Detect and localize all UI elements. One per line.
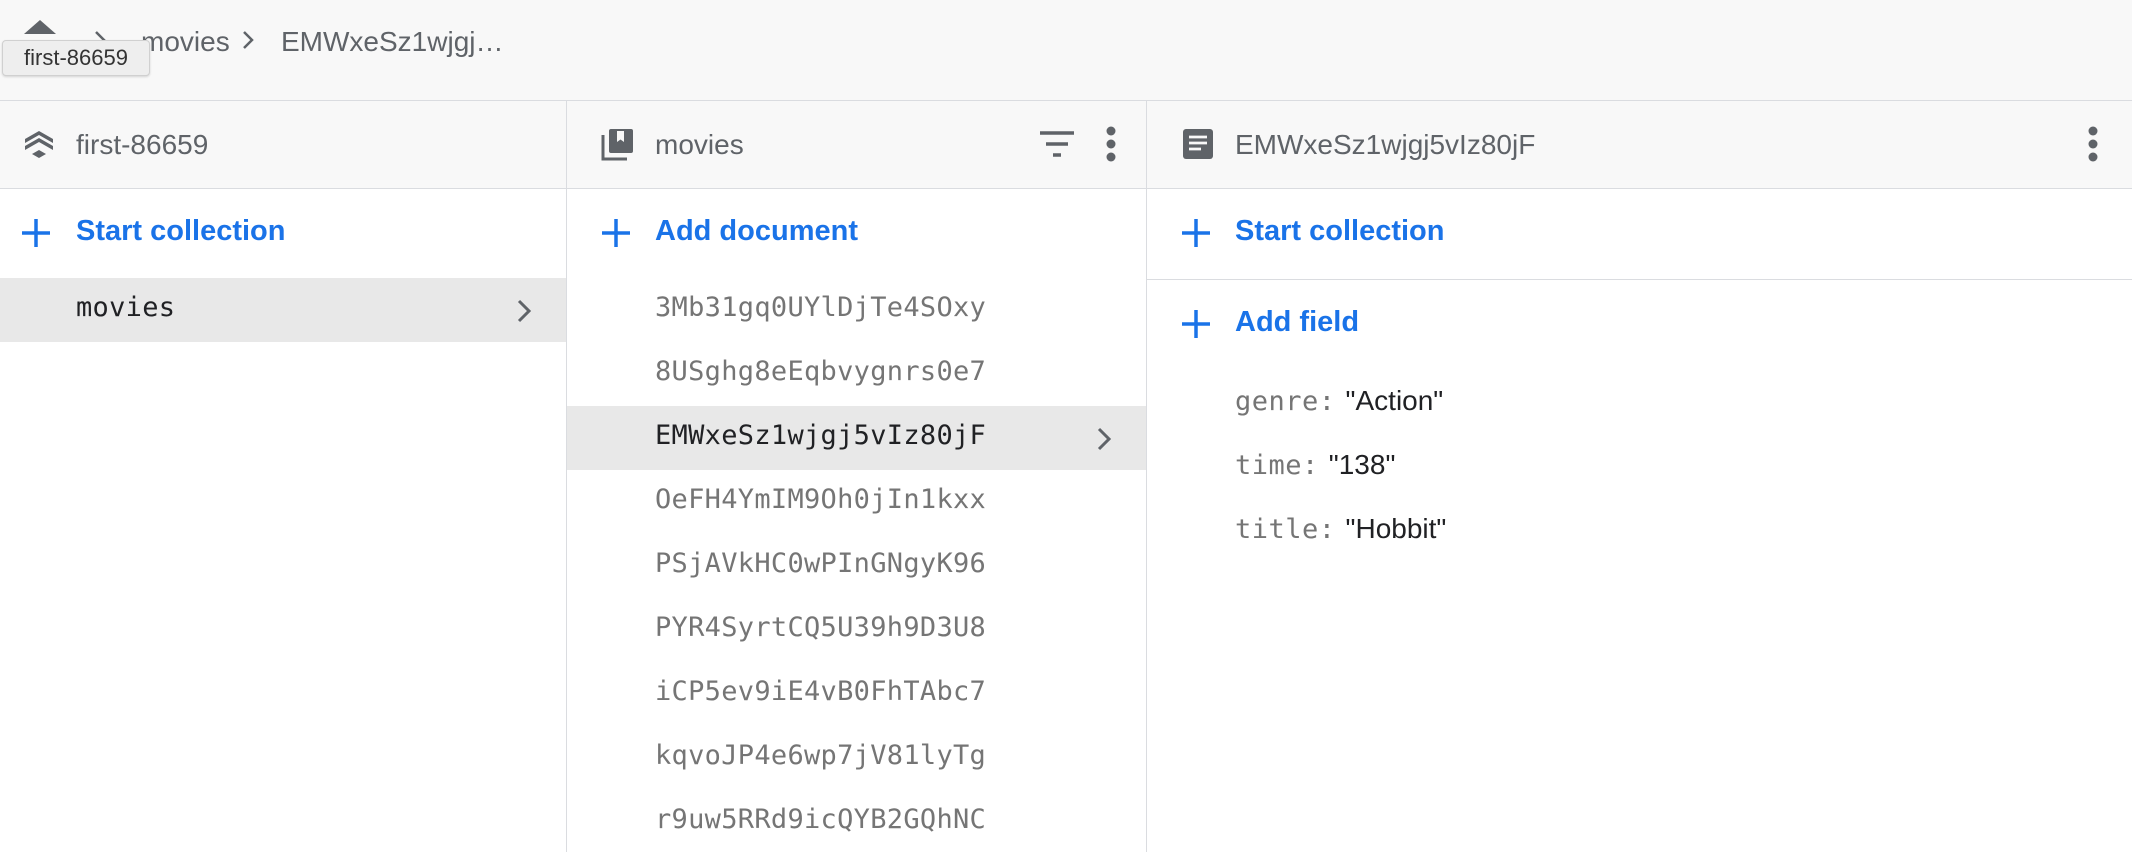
tooltip: first-86659 (2, 40, 150, 76)
project-title: first-86659 (76, 129, 209, 160)
list-item[interactable]: PYR4SyrtCQ5U39h9D3U8 (567, 598, 1146, 662)
document-id: r9uw5RRd9icQYB2GQhNC (655, 804, 987, 835)
document-id: OeFH4YmIM9Oh0jIn1kxx (655, 484, 987, 515)
document-id: kqvoJP4e6wp7jV81lyTg (655, 740, 987, 771)
list-item[interactable]: r9uw5RRd9icQYB2GQhNC (567, 790, 1146, 854)
plus-icon (600, 217, 632, 249)
breadcrumb: movies EMWxeSz1wjgj… first-86659 (0, 0, 2132, 101)
field-value: "Action" (1345, 385, 1444, 416)
collection-icon (601, 127, 635, 161)
add-field-button[interactable]: Add field (1147, 280, 2132, 368)
field-row[interactable]: title: "Hobbit" (1235, 513, 1446, 545)
start-collection-label: Start collection (1235, 215, 1445, 247)
project-column: first-86659 Start collection movies (0, 101, 567, 852)
document-id: iCP5ev9iE4vB0FhTAbc7 (655, 676, 987, 707)
plus-icon (20, 217, 52, 249)
field-row[interactable]: genre: "Action" (1235, 385, 1443, 417)
document-column-header: EMWxeSz1wjgj5vIz80jF (1147, 101, 2132, 189)
chevron-right-icon (1096, 426, 1114, 452)
collection-column: movies Add document 3Mb31gq0UYlDjTe4SOxy… (567, 101, 1147, 852)
filter-icon[interactable] (1038, 129, 1076, 159)
field-key: genre: (1235, 386, 1336, 417)
field-key: time: (1235, 450, 1319, 481)
document-id: EMWxeSz1wjgj5vIz80jF (655, 420, 987, 451)
plus-icon (1180, 217, 1212, 249)
chevron-right-icon (516, 298, 534, 324)
breadcrumb-item-document[interactable]: EMWxeSz1wjgj… (281, 26, 503, 58)
document-column: EMWxeSz1wjgj5vIz80jF Start collection Ad… (1147, 101, 2132, 852)
breadcrumb-item-movies[interactable]: movies (141, 26, 230, 58)
list-item[interactable]: kqvoJP4e6wp7jV81lyTg (567, 726, 1146, 790)
start-collection-button[interactable]: Start collection (1147, 189, 2132, 277)
start-collection-button[interactable]: Start collection (0, 189, 566, 277)
more-vert-icon[interactable] (2087, 125, 2099, 163)
add-document-button[interactable]: Add document (567, 189, 1146, 277)
home-icon[interactable] (22, 20, 58, 40)
document-id: 3Mb31gq0UYlDjTe4SOxy (655, 292, 987, 323)
field-key: title: (1235, 514, 1336, 545)
plus-icon (1180, 308, 1212, 340)
firestore-stack-icon (22, 127, 56, 161)
document-id: PYR4SyrtCQ5U39h9D3U8 (655, 612, 987, 643)
add-field-label: Add field (1235, 306, 1360, 338)
start-collection-label: Start collection (76, 215, 286, 247)
project-column-header: first-86659 (0, 101, 566, 189)
collection-name: movies (76, 292, 176, 323)
chevron-right-icon (238, 30, 258, 50)
more-vert-icon[interactable] (1105, 125, 1117, 163)
list-item[interactable]: 3Mb31gq0UYlDjTe4SOxy (567, 278, 1146, 342)
field-value: "138" (1328, 449, 1396, 480)
document-title: EMWxeSz1wjgj5vIz80jF (1235, 129, 1536, 160)
list-item[interactable]: OeFH4YmIM9Oh0jIn1kxx (567, 470, 1146, 534)
field-value: "Hobbit" (1345, 513, 1447, 544)
document-icon (1181, 127, 1215, 161)
document-id: PSjAVkHC0wPInGNgyK96 (655, 548, 987, 579)
collection-column-header: movies (567, 101, 1146, 189)
document-id: 8USghg8eEqbvygnrs0e7 (655, 356, 987, 387)
list-item[interactable]: movies (0, 278, 566, 342)
list-item[interactable]: EMWxeSz1wjgj5vIz80jF (567, 406, 1146, 470)
collection-title: movies (655, 129, 744, 160)
field-row[interactable]: time: "138" (1235, 449, 1395, 481)
add-document-label: Add document (655, 215, 858, 247)
list-item[interactable]: iCP5ev9iE4vB0FhTAbc7 (567, 662, 1146, 726)
list-item[interactable]: PSjAVkHC0wPInGNgyK96 (567, 534, 1146, 598)
list-item[interactable]: 8USghg8eEqbvygnrs0e7 (567, 342, 1146, 406)
